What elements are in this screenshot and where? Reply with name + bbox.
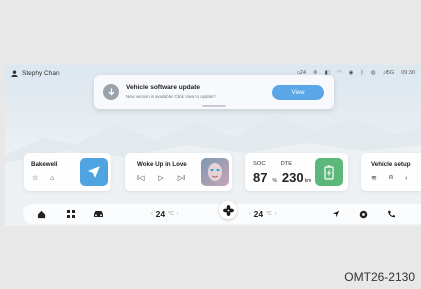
fan-button[interactable]: [219, 201, 237, 219]
notification-title: Vehicle software update: [126, 84, 201, 91]
energy-card[interactable]: SOC DTE 87% 230 km: [245, 153, 348, 191]
signal-indicator: .ıl5G: [382, 70, 395, 76]
previous-track-icon[interactable]: I◁: [137, 174, 144, 182]
nav-destination: Bakewell: [31, 161, 58, 168]
song-title: Woke Up in Love: [137, 161, 187, 168]
navigation-card[interactable]: Bakewell ☆ ⌂: [24, 153, 111, 191]
passenger-temp-control[interactable]: ‹ 24 °C ›: [249, 208, 276, 220]
navigation-arrow-icon: [88, 166, 100, 178]
location-status-icon: ◉: [348, 70, 354, 76]
battery-charging-icon: [324, 165, 334, 180]
car-icon[interactable]: [93, 208, 104, 220]
notification-handle[interactable]: [202, 105, 226, 107]
user-profile[interactable]: Stephy Chan: [11, 70, 60, 77]
favorite-star-icon[interactable]: ☆: [32, 174, 38, 182]
dte-label: DTE: [280, 161, 293, 167]
dte-unit: km: [304, 178, 312, 184]
temp-unit-right: °C: [266, 211, 272, 217]
fan-icon: [222, 204, 234, 216]
driver-temp-control[interactable]: ‹ 24 °C ›: [151, 208, 178, 220]
battery-tile[interactable]: [315, 158, 343, 186]
vehicle-setup-card[interactable]: Vehicle setup ≋ ⍝ ‹: [361, 153, 421, 191]
defrost-icon[interactable]: ≋: [371, 174, 377, 182]
phone-icon[interactable]: [387, 208, 395, 220]
soc-value: 87: [253, 170, 268, 185]
passenger-temp-up-icon[interactable]: ›: [275, 211, 277, 217]
next-track-icon[interactable]: ▷I: [178, 174, 185, 182]
passenger-temp-down-icon[interactable]: ‹: [249, 211, 251, 217]
wifi-icon: ◠: [336, 70, 342, 76]
vehicle-setup-title: Vehicle setup: [371, 161, 411, 168]
user-name: Stephy Chan: [22, 70, 60, 77]
software-update-notification[interactable]: Vehicle software update New version is a…: [94, 75, 334, 109]
navigation-tile[interactable]: [80, 158, 108, 186]
driver-temp: 24: [155, 209, 166, 219]
notification-subtitle: New version is available! Click View to …: [126, 94, 216, 99]
more-icon[interactable]: ‹: [405, 175, 407, 182]
view-button[interactable]: View: [272, 85, 324, 100]
clock: 09:30: [401, 70, 415, 76]
driver-temp-down-icon[interactable]: ‹: [151, 211, 153, 217]
figure-code: OMT26-2130: [344, 270, 415, 284]
soc-unit: %: [272, 178, 277, 184]
bottom-dock: ‹ 24 °C › ‹ 24 °C ›: [23, 201, 421, 224]
home-icon[interactable]: ⌂: [50, 175, 54, 182]
home-dock-icon[interactable]: [37, 208, 46, 220]
temp-unit-left: °C: [168, 211, 174, 217]
user-icon: [11, 70, 18, 77]
dte-value: 230: [281, 170, 304, 185]
album-art-face: [208, 163, 222, 181]
trunk-icon[interactable]: ⍝: [389, 174, 393, 182]
download-icon: [103, 84, 119, 100]
media-card[interactable]: Woke Up in Love I◁ ▷ ▷I: [125, 153, 232, 191]
soc-label: SOC: [253, 161, 266, 167]
media-dock-icon[interactable]: [359, 208, 368, 220]
driver-temp-up-icon[interactable]: ›: [177, 211, 179, 217]
infotainment-screen: Stephy Chan ⌂24 ✣ ◧ ◠ ◉ ᛒ ◍ .ıl5G 09:30 …: [5, 65, 421, 226]
album-art: [201, 158, 229, 186]
play-icon[interactable]: ▷: [158, 174, 163, 182]
bluetooth-icon: ᛒ: [360, 70, 364, 76]
passenger-temp: 24: [253, 209, 264, 219]
mic-icon: ◍: [370, 70, 376, 76]
navigation-dock-icon[interactable]: [332, 208, 340, 220]
apps-grid-icon[interactable]: [67, 208, 75, 220]
